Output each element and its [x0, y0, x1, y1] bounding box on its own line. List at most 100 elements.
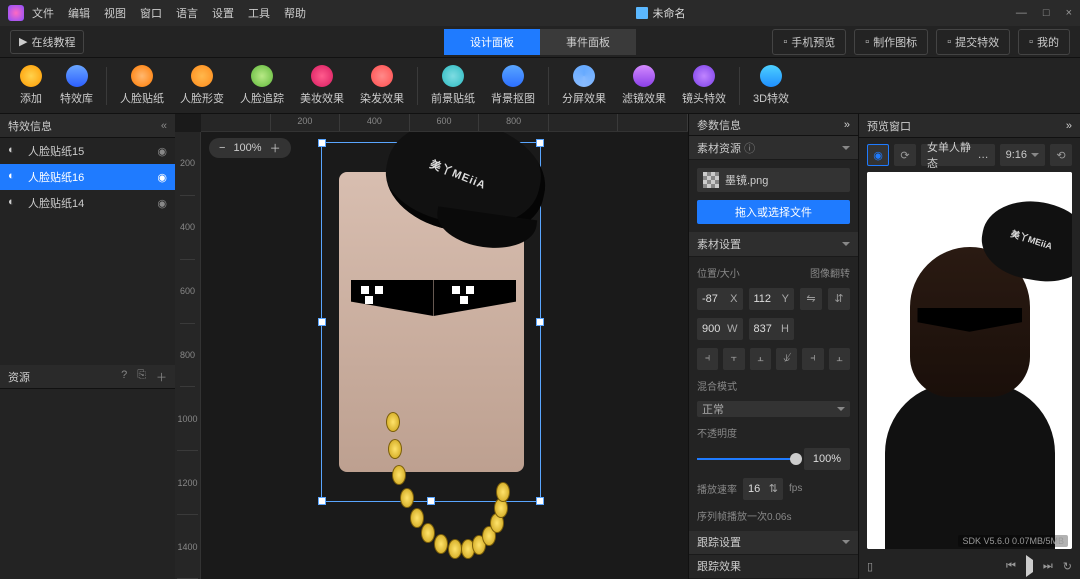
next-frame-icon[interactable]: ⏭ [1043, 560, 1053, 573]
menu-语言[interactable]: 语言 [176, 5, 198, 21]
tool-makeup[interactable]: 美妆效果 [292, 65, 352, 106]
tool-fxlib[interactable]: 特效库 [52, 65, 101, 106]
collapse-icon[interactable]: » [1066, 120, 1072, 132]
tool-lens[interactable]: 镜头特效 [674, 65, 734, 106]
menu-设置[interactable]: 设置 [212, 5, 234, 21]
help-icon[interactable]: ? [121, 369, 127, 385]
zoom-control[interactable]: − 100% ＋ [209, 138, 291, 158]
h-field[interactable]: 837H [749, 318, 795, 340]
layer-item[interactable]: ◐人脸贴纸15◉ [0, 138, 175, 164]
face-deform-icon [191, 65, 213, 87]
visibility-icon[interactable]: ◉ [157, 145, 167, 158]
tool-face-sticker[interactable]: 人脸贴纸 [112, 65, 172, 106]
align-top-icon[interactable]: ⫝̸ [776, 348, 797, 370]
collapse-icon[interactable]: « [161, 120, 167, 132]
drop-file-button[interactable]: 拖入或选择文件 [697, 200, 850, 224]
menu-文件[interactable]: 文件 [32, 5, 54, 21]
chain-sticker[interactable] [381, 412, 501, 579]
tool-face-track[interactable]: 人脸追踪 [232, 65, 292, 106]
align-right-icon[interactable]: ⫠ [750, 348, 771, 370]
tool-filter[interactable]: 滤镜效果 [614, 65, 674, 106]
portrait-icon[interactable]: ◉ [867, 144, 889, 166]
refresh-icon[interactable]: ⟳ [894, 144, 916, 166]
upload-button[interactable]: ▫提交特效 [936, 29, 1010, 55]
user-button[interactable]: ▫我的 [1018, 29, 1070, 55]
menu-工具[interactable]: 工具 [248, 5, 270, 21]
expand-icon[interactable]: » [844, 119, 850, 131]
opacity-slider[interactable] [697, 451, 798, 467]
tool-add[interactable]: 添加 [10, 65, 52, 106]
face-sticker-icon [131, 65, 153, 87]
mark-button[interactable]: ▫制作图标 [854, 29, 928, 55]
folder-icon[interactable]: ⎘ [137, 369, 146, 385]
material-settings-header[interactable]: 素材设置 [689, 232, 858, 256]
device-icon[interactable]: ▯ [867, 560, 873, 573]
zoom-out-icon[interactable]: − [219, 142, 225, 154]
tab-event[interactable]: 事件面板 [540, 29, 636, 55]
tutorial-button[interactable]: ▶ 在线教程 [10, 30, 84, 54]
app-logo [8, 5, 24, 21]
info-icon[interactable]: ⓘ [744, 143, 755, 155]
align-hcenter-icon[interactable]: ⫟ [723, 348, 744, 370]
doc-icon [636, 7, 648, 19]
align-bottom-icon[interactable]: ⫠ [829, 348, 850, 370]
tool-split[interactable]: 分屏效果 [554, 65, 614, 106]
close-button[interactable]: × [1066, 7, 1072, 19]
menu-窗口[interactable]: 窗口 [140, 5, 162, 21]
face-track-icon [251, 65, 273, 87]
sequence-text: 序列帧播放一次0.06s [697, 508, 850, 523]
canvas[interactable]: 美丫MEiiA [201, 132, 688, 579]
doc-title: 未命名 [306, 5, 1016, 21]
maximize-button[interactable]: □ [1043, 7, 1050, 19]
add-icon [20, 65, 42, 87]
align-left-icon[interactable]: ⫞ [697, 348, 718, 370]
layer-item[interactable]: ◐人脸贴纸14◉ [0, 190, 175, 216]
tool-hair[interactable]: 染发效果 [352, 65, 412, 106]
add-icon[interactable]: ＋ [156, 369, 167, 385]
minimize-button[interactable]: — [1016, 7, 1027, 19]
phone-button[interactable]: ▫手机预览 [772, 29, 846, 55]
y-field[interactable]: 112Y [749, 288, 795, 310]
asset-chip[interactable]: 墨镜.png [697, 168, 850, 192]
reset-icon[interactable]: ⟲ [1050, 144, 1072, 166]
makeup-icon [311, 65, 333, 87]
track-fx-header[interactable]: 跟踪效果 [689, 555, 858, 579]
align-vcenter-icon[interactable]: ⫞ [802, 348, 823, 370]
tool-face-deform[interactable]: 人脸形变 [172, 65, 232, 106]
tool-fg[interactable]: 前景贴纸 [423, 65, 483, 106]
preview-mode-select[interactable]: 女单人静态… [921, 144, 995, 166]
w-field[interactable]: 900W [697, 318, 743, 340]
flip-h-icon[interactable]: ⇋ [800, 288, 822, 310]
lens-icon [693, 65, 715, 87]
mark-icon: ▫ [865, 36, 869, 48]
blend-select[interactable]: 正常 [697, 401, 850, 417]
zoom-in-icon[interactable]: ＋ [270, 140, 281, 156]
split-icon [573, 65, 595, 87]
layer-item[interactable]: ◐人脸贴纸16◉ [0, 164, 175, 190]
hair-icon [371, 65, 393, 87]
tool-three[interactable]: 3D特效 [745, 65, 797, 106]
menu-编辑[interactable]: 编辑 [68, 5, 90, 21]
menu-视图[interactable]: 视图 [104, 5, 126, 21]
aspect-select[interactable]: 9:16 [1000, 144, 1045, 166]
resource-header: 资源 ? ⎘ ＋ [0, 365, 175, 389]
material-resource-header[interactable]: 素材资源 ⓘ [689, 136, 858, 160]
loop-icon[interactable]: ↻ [1063, 560, 1072, 573]
flip-v-icon[interactable]: ⇵ [828, 288, 850, 310]
x-field[interactable]: -87X [697, 288, 743, 310]
visibility-icon[interactable]: ◉ [157, 197, 167, 210]
sunglasses-sticker[interactable] [351, 280, 516, 316]
prev-frame-icon[interactable]: ⏮ [1006, 560, 1016, 573]
menu-帮助[interactable]: 帮助 [284, 5, 306, 21]
layer-icon: ◐ [8, 170, 22, 184]
tool-bg[interactable]: 背景抠图 [483, 65, 543, 106]
rate-field[interactable]: 16⇅ [743, 478, 783, 500]
play-icon[interactable] [1026, 560, 1033, 572]
visibility-icon[interactable]: ◉ [157, 171, 167, 184]
track-settings-header[interactable]: 跟踪设置 [689, 531, 858, 555]
opacity-field[interactable]: 100% [804, 448, 850, 470]
tab-design[interactable]: 设计面板 [444, 29, 540, 55]
preview-header: 预览窗口» [859, 114, 1080, 138]
checker-icon [703, 172, 719, 188]
fg-icon [442, 65, 464, 87]
